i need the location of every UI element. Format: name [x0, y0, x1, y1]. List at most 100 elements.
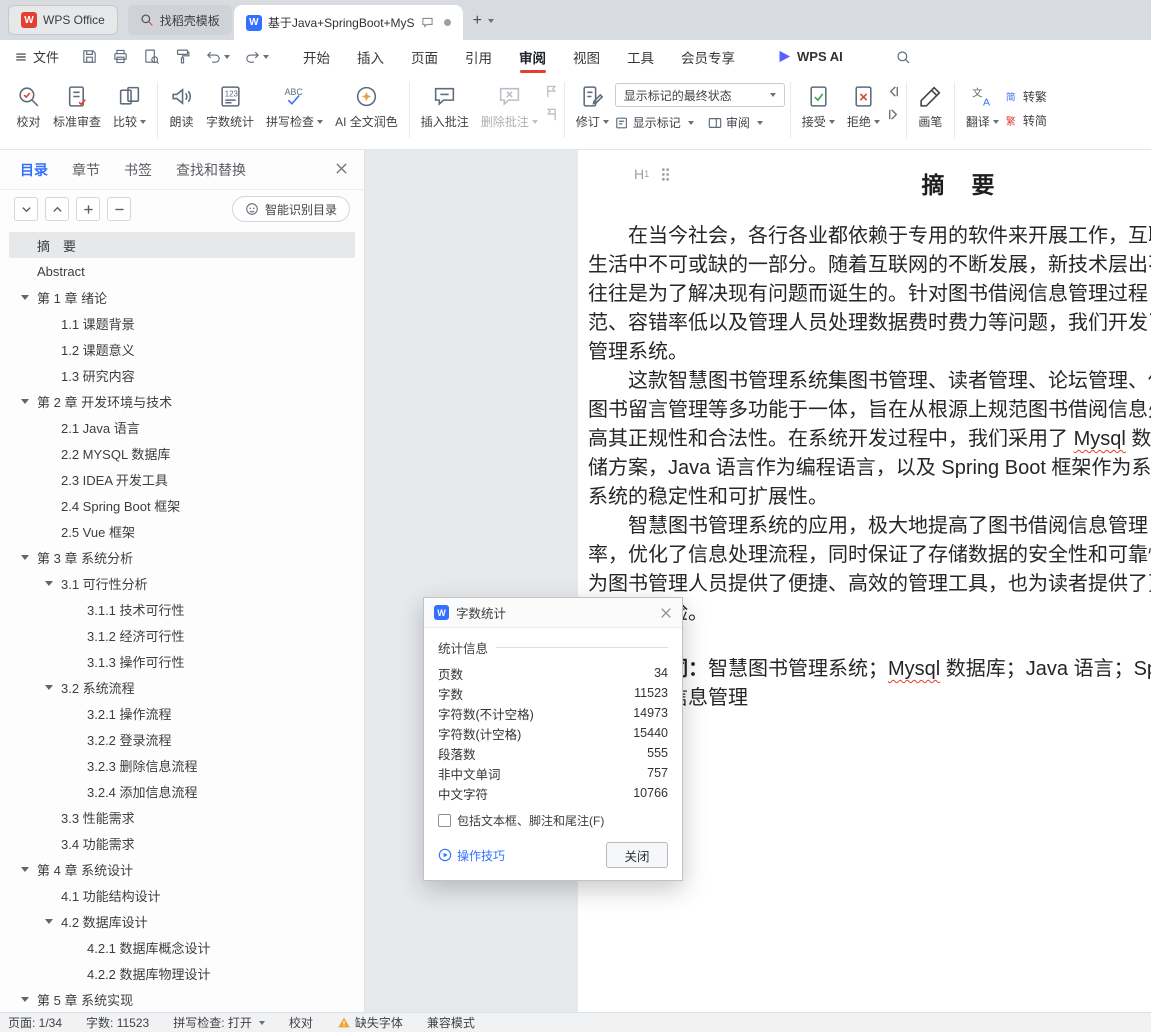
expand-all-button[interactable] [14, 197, 38, 221]
toc-item[interactable]: 3.1.2 经济可行性 [9, 622, 355, 648]
reject-button[interactable]: 拒绝 [841, 80, 886, 133]
toc-item[interactable]: 第 1 章 绪论 [9, 284, 355, 310]
translate-button[interactable]: 文A 翻译 [960, 80, 1005, 133]
proofread-indicator[interactable]: 校对 [289, 1014, 313, 1031]
track-changes-button[interactable]: 修订 [570, 80, 615, 133]
save-icon[interactable] [81, 48, 98, 65]
caret-down-icon[interactable] [21, 555, 29, 564]
accept-button[interactable]: 接受 [796, 80, 841, 133]
caret-down-icon[interactable] [21, 867, 29, 876]
next-change-button[interactable] [886, 107, 901, 122]
wps-ai-button[interactable]: WPS AI [777, 49, 843, 64]
zoom-in-level-button[interactable] [76, 197, 100, 221]
tab-document-active[interactable]: W 基于Java+SpringBoot+MyS [233, 5, 463, 40]
caret-down-icon[interactable] [45, 581, 53, 590]
heading-level-button[interactable]: H1 [634, 166, 649, 182]
tab-view[interactable]: 视图 [573, 40, 600, 73]
tab-membership[interactable]: 会员专享 [681, 40, 735, 73]
toc-item[interactable]: 第 5 章 系统实现 [9, 986, 355, 1012]
tab-contents[interactable]: 目录 [20, 160, 48, 180]
to-simplified-button[interactable]: 繁 转简 [1005, 112, 1047, 129]
caret-down-icon[interactable] [45, 685, 53, 694]
toc-item[interactable]: 3.1.3 操作可行性 [9, 648, 355, 674]
caret-down-icon[interactable] [21, 997, 29, 1006]
tab-chapters[interactable]: 章节 [72, 160, 100, 180]
caret-down-icon[interactable] [45, 919, 53, 928]
toc-item[interactable]: 2.2 MYSQL 数据库 [9, 440, 355, 466]
tab-page[interactable]: 页面 [411, 40, 438, 73]
spell-check-indicator[interactable]: 拼写检查: 打开 [173, 1014, 265, 1031]
file-menu-button[interactable]: 文件 [14, 47, 59, 66]
undo-caret-icon[interactable] [224, 54, 231, 62]
word-count-button[interactable]: 123 字数统计 [200, 80, 260, 133]
toc-item[interactable]: 4.2 数据库设计 [9, 908, 355, 934]
ink-brush-button[interactable]: 画笔 [912, 80, 949, 133]
tab-insert[interactable]: 插入 [357, 40, 384, 73]
toc-item[interactable]: 2.3 IDEA 开发工具 [9, 466, 355, 492]
comment-bubble-icon[interactable] [421, 16, 434, 29]
toc-item[interactable]: 3.2.2 登录流程 [9, 726, 355, 752]
undo-button[interactable] [205, 48, 231, 65]
tab-home[interactable]: 开始 [303, 40, 330, 73]
toc-item[interactable]: 4.2.2 数据库物理设计 [9, 960, 355, 986]
checkbox-icon[interactable] [438, 814, 451, 827]
toc-item[interactable]: 3.4 功能需求 [9, 830, 355, 856]
insert-comment-button[interactable]: 插入批注 [415, 80, 475, 133]
toc-item[interactable]: 摘 要 [9, 232, 355, 258]
toc-item[interactable]: 1.1 课题背景 [9, 310, 355, 336]
document-page[interactable]: H1 摘 要 在当今社会，各行各业都依赖于专用的软件来开展工作，互联 生活中不可或… [578, 150, 1151, 1012]
tab-references[interactable]: 引用 [465, 40, 492, 73]
markup-state-dropdown[interactable]: 显示标记的最终状态 [614, 83, 785, 107]
ai-polish-button[interactable]: AI 全文润色 [329, 80, 404, 133]
next-comment-button[interactable] [544, 107, 559, 122]
tab-review[interactable]: 审阅 [519, 40, 546, 73]
print-preview-icon[interactable] [143, 48, 160, 65]
show-markup-button[interactable]: 显示标记 [615, 114, 694, 131]
missing-font-indicator[interactable]: 缺失字体 [337, 1014, 403, 1031]
toc-item[interactable]: 第 2 章 开发环境与技术 [9, 388, 355, 414]
format-painter-icon[interactable] [174, 48, 191, 65]
toc-item[interactable]: 3.2.3 删除信息流程 [9, 752, 355, 778]
toc-item[interactable]: 3.2.1 操作流程 [9, 700, 355, 726]
previous-comment-button[interactable] [544, 84, 559, 99]
tab-find-template[interactable]: 找稻壳模板 [127, 5, 232, 35]
modified-dot-icon[interactable] [443, 19, 451, 26]
toc-item[interactable]: 第 3 章 系统分析 [9, 544, 355, 570]
collapse-all-button[interactable] [45, 197, 69, 221]
delete-comment-button[interactable]: 删除批注 [475, 80, 544, 133]
tab-find-replace[interactable]: 查找和替换 [176, 160, 246, 180]
tab-wps-office[interactable]: W WPS Office [8, 5, 118, 35]
toc-item[interactable]: 2.4 Spring Boot 框架 [9, 492, 355, 518]
toc-item[interactable]: 3.2 系统流程 [9, 674, 355, 700]
close-pane-button[interactable] [335, 162, 348, 175]
compat-mode-indicator[interactable]: 兼容模式 [427, 1014, 475, 1031]
proofread-button[interactable]: 校对 [10, 80, 47, 133]
include-textbox-checkbox-row[interactable]: 包括文本框、脚注和尾注(F) [438, 812, 668, 829]
compare-button[interactable]: 比较 [107, 80, 152, 133]
toc-item[interactable]: 第 4 章 系统设计 [9, 856, 355, 882]
read-aloud-button[interactable]: 朗读 [163, 80, 200, 133]
toc-item[interactable]: 1.2 课题意义 [9, 336, 355, 362]
word-count-indicator[interactable]: 字数: 11523 [86, 1014, 149, 1031]
toc-item[interactable]: 3.2.4 添加信息流程 [9, 778, 355, 804]
previous-change-button[interactable] [886, 84, 901, 99]
caret-down-icon[interactable] [21, 295, 29, 304]
toc-item[interactable]: Abstract [9, 258, 355, 284]
print-icon[interactable] [112, 48, 129, 65]
smart-toc-button[interactable]: 智能识别目录 [231, 196, 350, 222]
tab-list-caret-icon[interactable] [487, 19, 494, 26]
toc-item[interactable]: 3.1.1 技术可行性 [9, 596, 355, 622]
spell-check-button[interactable]: ABC 拼写检查 [260, 80, 329, 133]
toc-item[interactable]: 4.2.1 数据库概念设计 [9, 934, 355, 960]
new-tab-button[interactable]: + [473, 12, 482, 30]
review-pane-button[interactable]: 审阅 [708, 114, 763, 131]
redo-caret-icon[interactable] [263, 54, 270, 62]
search-button[interactable] [895, 49, 911, 65]
dialog-close-button[interactable] [660, 607, 672, 619]
toc-item[interactable]: 1.3 研究内容 [9, 362, 355, 388]
tab-tools[interactable]: 工具 [627, 40, 654, 73]
page-indicator[interactable]: 页面: 1/34 [8, 1014, 62, 1031]
tips-link[interactable]: 操作技巧 [438, 847, 505, 864]
tab-bookmarks[interactable]: 书签 [124, 160, 152, 180]
toc-item[interactable]: 3.1 可行性分析 [9, 570, 355, 596]
